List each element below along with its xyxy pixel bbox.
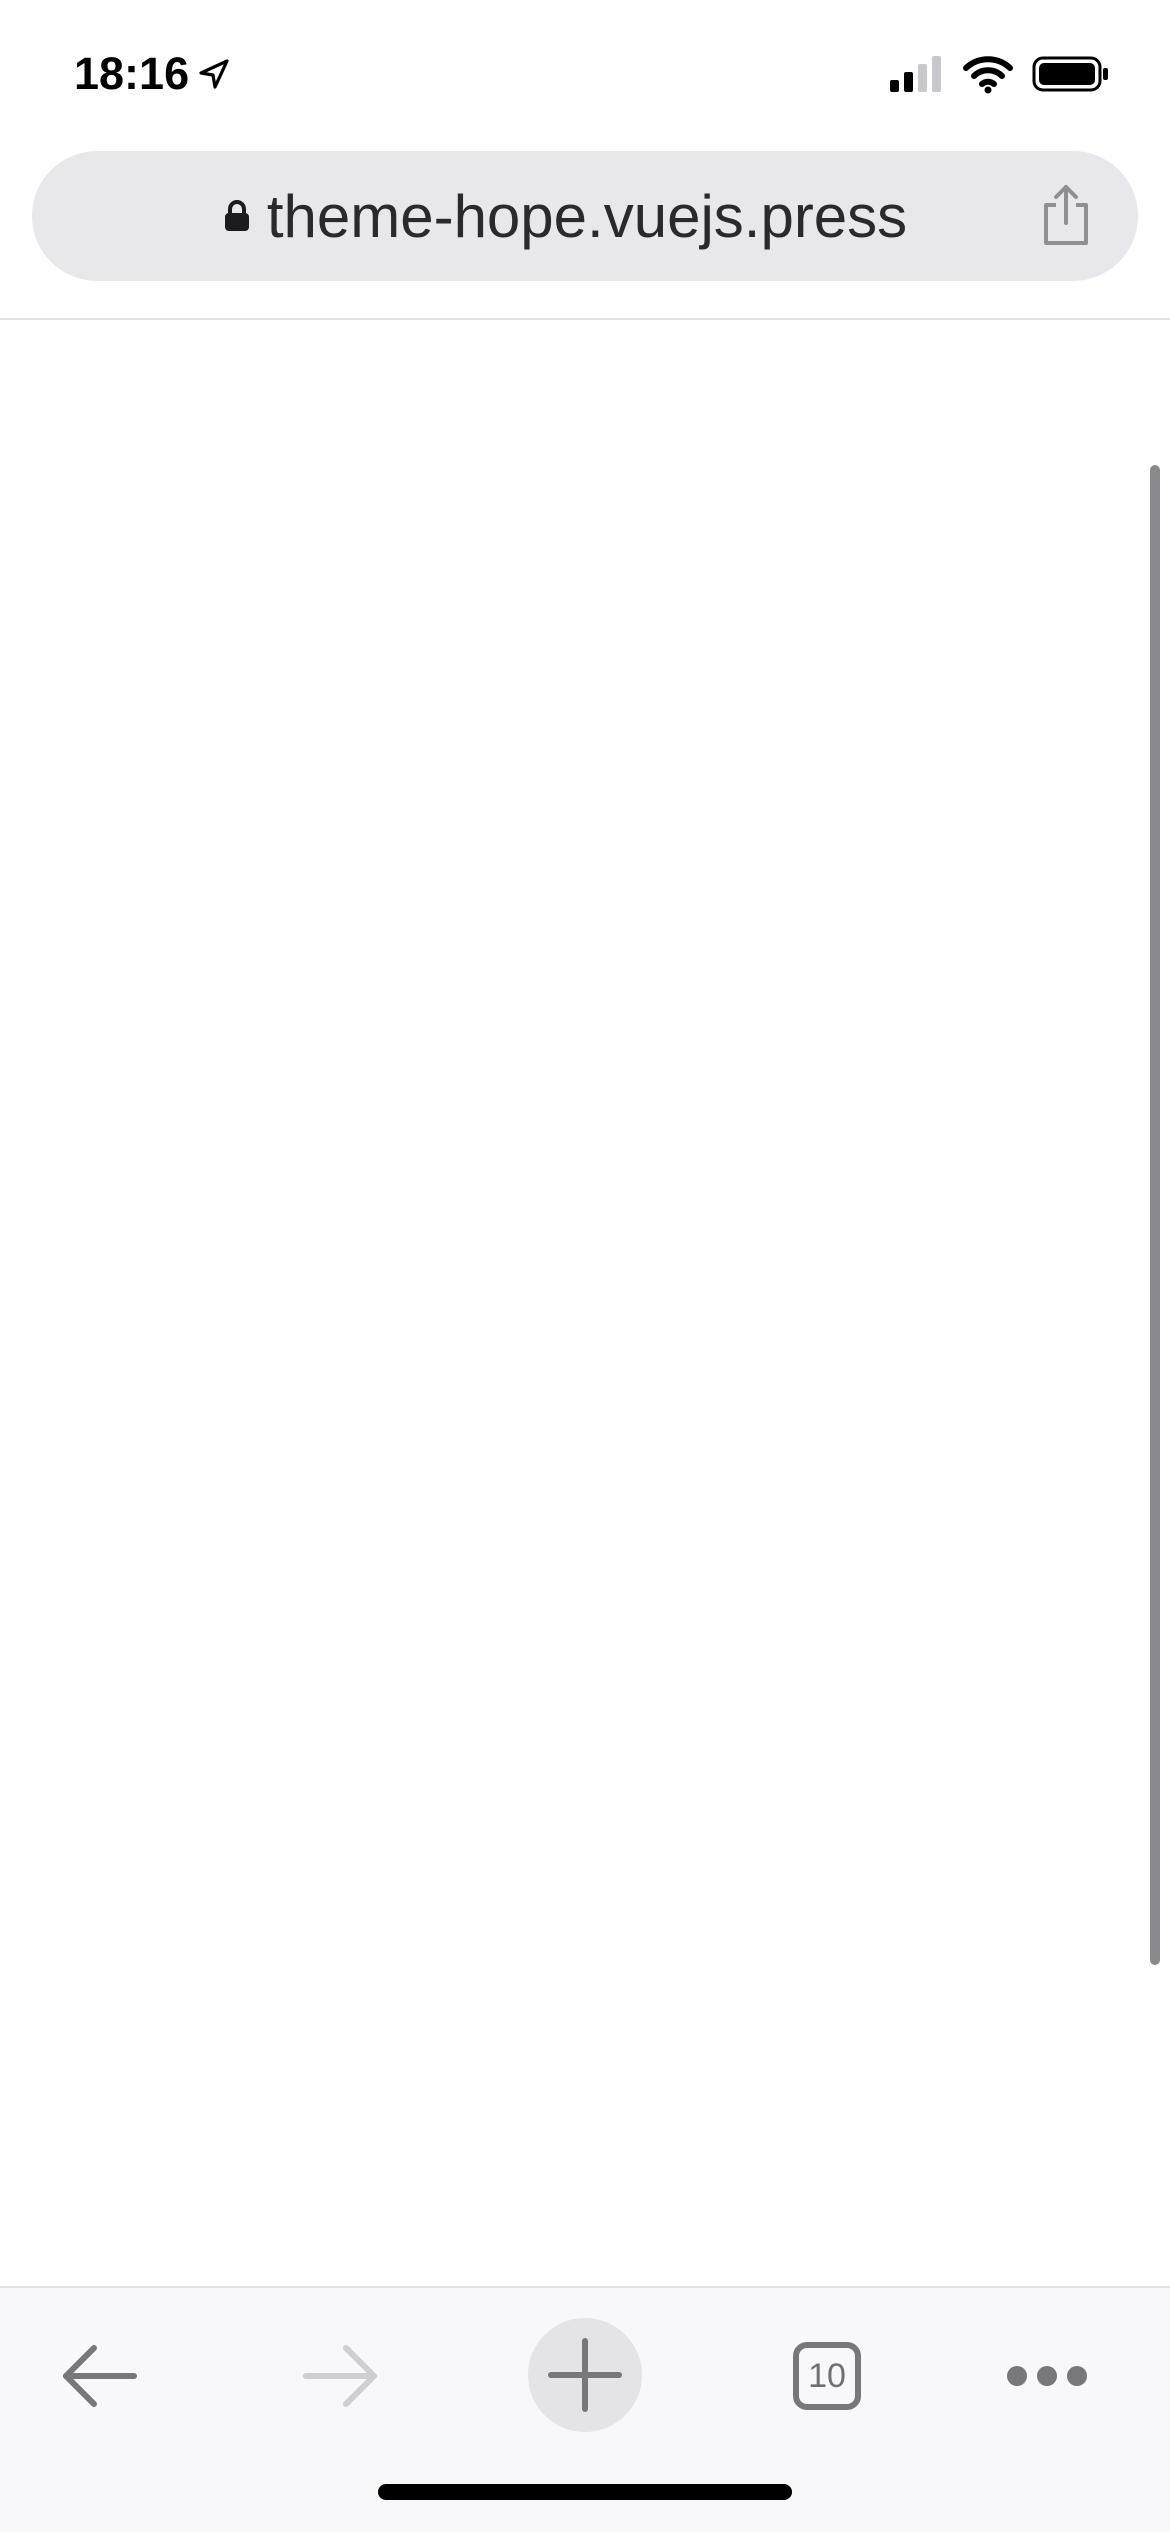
status-bar: 18:16 [0, 0, 1170, 140]
location-arrow-icon [199, 59, 229, 89]
browser-screen: 18:16 theme-hope.vuejs.press 10 [0, 0, 1170, 2532]
cellular-signal-icon [890, 56, 941, 92]
address-display: theme-hope.vuejs.press [32, 151, 1138, 281]
back-button[interactable] [40, 2316, 160, 2436]
home-indicator[interactable] [378, 2484, 792, 2500]
tab-switcher-button[interactable]: 10 [767, 2316, 887, 2436]
web-content-area[interactable] [0, 320, 1170, 2288]
new-tab-button[interactable] [528, 2318, 642, 2432]
wifi-icon [963, 56, 1013, 94]
status-time: 18:16 [74, 48, 190, 99]
tab-count: 10 [808, 2356, 846, 2395]
more-dots-icon [1007, 2366, 1087, 2386]
scrollbar-thumb[interactable] [1150, 465, 1160, 1965]
status-indicators [888, 52, 1112, 96]
address-bar[interactable]: theme-hope.vuejs.press [32, 151, 1138, 281]
url-text: theme-hope.vuejs.press [266, 182, 908, 250]
scrollbar[interactable] [1150, 465, 1162, 1965]
battery-icon [1032, 56, 1108, 92]
tab-switcher-icon: 10 [793, 2342, 861, 2410]
back-arrow-icon [63, 2345, 137, 2407]
forward-button[interactable] [280, 2316, 400, 2436]
share-icon[interactable] [1038, 181, 1094, 247]
new-tab-plus-icon [548, 2338, 622, 2412]
lock-icon [224, 200, 249, 231]
forward-arrow-icon [303, 2345, 377, 2407]
status-time-group: 18:16 [74, 44, 231, 104]
more-menu-button[interactable] [987, 2316, 1107, 2436]
